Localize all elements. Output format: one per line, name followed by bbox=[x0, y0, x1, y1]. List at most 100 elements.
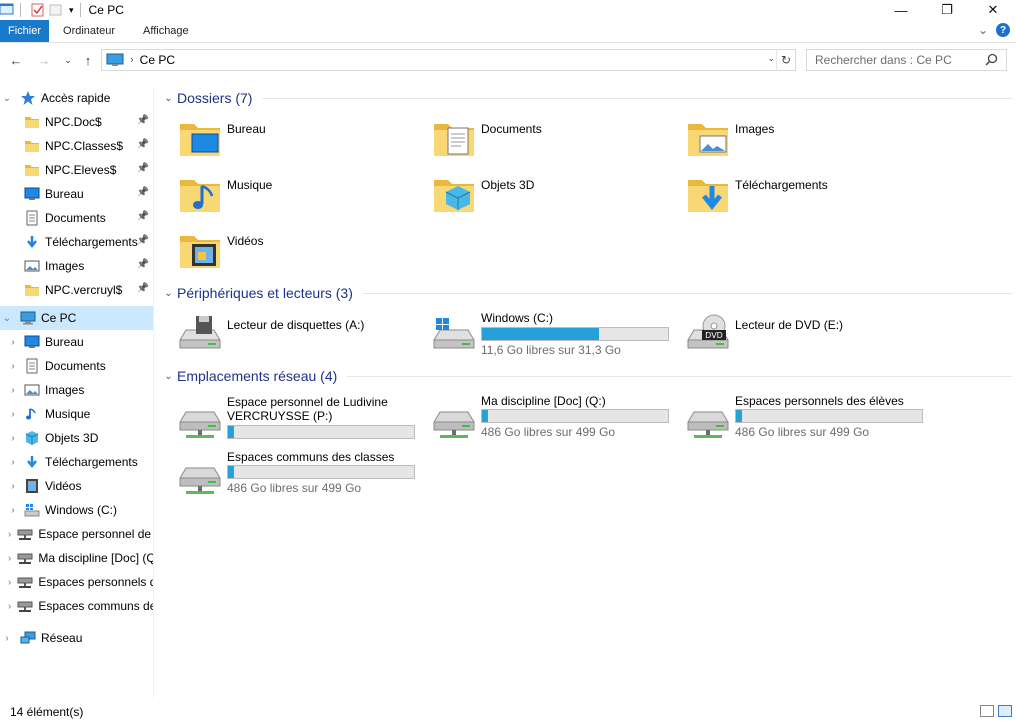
nav-item-bureau[interactable]: Bureau 📌 bbox=[0, 182, 153, 206]
usage-bar-fill bbox=[228, 466, 234, 478]
collapse-icon[interactable]: ⌄ bbox=[160, 371, 177, 382]
breadcrumb-current[interactable]: Ce PC bbox=[140, 53, 175, 67]
nav-item-images[interactable]: › Images bbox=[0, 378, 153, 402]
nav-item-t-l-chargements[interactable]: › Téléchargements bbox=[0, 450, 153, 474]
customize-toolbar-icon[interactable]: ▾ bbox=[69, 5, 74, 16]
group-header-peripheriques[interactable]: ⌄ Périphériques et lecteurs (3) bbox=[160, 283, 1012, 303]
expand-chevron-icon[interactable]: › bbox=[8, 337, 18, 348]
explorer-window-icon[interactable] bbox=[0, 3, 14, 17]
group-header-emplacements[interactable]: ⌄ Emplacements réseau (4) bbox=[160, 366, 1012, 386]
drive-tile[interactable]: Windows (C:) 11,6 Go libres sur 31,3 Go bbox=[414, 308, 669, 360]
nav-item-espaces-communs-des-classes-s-[interactable]: › Espaces communs des classes (S:) bbox=[0, 594, 153, 618]
expand-chevron-icon[interactable]: › bbox=[8, 457, 18, 468]
folder-tile[interactable]: Objets 3D bbox=[414, 168, 664, 220]
nav-item-ma-discipline-doc-q-[interactable]: › Ma discipline [Doc] (Q:) bbox=[0, 546, 153, 570]
expand-chevron-icon[interactable]: › bbox=[8, 385, 18, 396]
properties-icon[interactable] bbox=[31, 3, 45, 17]
forward-button[interactable]: → bbox=[36, 52, 52, 68]
nav-item-objets-3d[interactable]: › Objets 3D bbox=[0, 426, 153, 450]
nav-item-t-l-chargements[interactable]: Téléchargements 📌 bbox=[0, 230, 153, 254]
nav-item-documents[interactable]: › Documents bbox=[0, 354, 153, 378]
windows-drive-icon bbox=[432, 318, 476, 356]
search-input[interactable]: Rechercher dans : Ce PC bbox=[806, 49, 1007, 71]
nav-item-npc-eleves-[interactable]: NPC.Eleves$ 📌 bbox=[0, 158, 153, 182]
nav-item-espace-personnel-de-ludivine[interactable]: › Espace personnel de Ludivine bbox=[0, 522, 153, 546]
pin-icon[interactable]: 📌 bbox=[137, 211, 149, 222]
folder-name: Objets 3D bbox=[481, 178, 535, 192]
nav-item-acc-s-rapide[interactable]: ⌄ Accès rapide bbox=[0, 86, 153, 110]
nav-item-images[interactable]: Images 📌 bbox=[0, 254, 153, 278]
network-drive-tile[interactable]: Espaces personnels des élèves (R:)486 Go… bbox=[668, 394, 923, 446]
nav-item-espaces-personnels-des-l-ves-r-[interactable]: › Espaces personnels des élèves (R:) bbox=[0, 570, 153, 594]
breadcrumb-separator[interactable]: › bbox=[130, 54, 134, 66]
expand-chevron-icon[interactable]: › bbox=[2, 633, 12, 644]
folder-tile[interactable]: Images bbox=[668, 112, 918, 164]
tab-ordinateur[interactable]: Ordinateur bbox=[49, 20, 129, 42]
pin-icon[interactable]: 📌 bbox=[137, 283, 149, 294]
network-drive-tile[interactable]: Espaces communs des classes (S:)486 Go l… bbox=[160, 450, 415, 502]
close-button[interactable]: ✕ bbox=[970, 0, 1016, 20]
drive-tile[interactable]: DVD Lecteur de DVD (E:) bbox=[668, 308, 918, 360]
tab-fichier[interactable]: Fichier bbox=[0, 20, 50, 42]
expand-chevron-icon[interactable]: › bbox=[8, 409, 18, 420]
back-button[interactable]: ← bbox=[8, 52, 24, 68]
nav-item-npc-classes-[interactable]: NPC.Classes$ 📌 bbox=[0, 134, 153, 158]
maximize-button[interactable]: ❐ bbox=[924, 0, 970, 20]
tab-affichage[interactable]: Affichage bbox=[129, 20, 203, 42]
pin-icon[interactable]: 📌 bbox=[137, 139, 149, 150]
pin-icon[interactable]: 📌 bbox=[137, 187, 149, 198]
expand-chevron-icon[interactable]: › bbox=[8, 433, 18, 444]
folder-tile[interactable]: Musique bbox=[160, 168, 410, 220]
address-dropdown-icon[interactable]: ⌄ bbox=[767, 53, 775, 64]
tiles-view-button[interactable] bbox=[998, 705, 1012, 717]
expand-chevron-icon[interactable]: › bbox=[8, 577, 11, 588]
expand-chevron-icon[interactable]: › bbox=[8, 481, 18, 492]
expand-chevron-icon[interactable]: › bbox=[8, 553, 11, 564]
collapse-icon[interactable]: ⌄ bbox=[160, 288, 177, 299]
expand-chevron-icon[interactable]: › bbox=[8, 529, 11, 540]
help-icon[interactable]: ? bbox=[996, 23, 1010, 37]
pin-icon[interactable]: 📌 bbox=[137, 259, 149, 270]
nav-item-npc-vercruyl-[interactable]: NPC.vercruyl$ 📌 bbox=[0, 278, 153, 302]
new-folder-icon[interactable] bbox=[49, 3, 63, 17]
group-header-dossiers[interactable]: ⌄ Dossiers (7) bbox=[160, 88, 1012, 108]
up-button[interactable]: ↑ bbox=[80, 52, 96, 68]
network-drive-tile[interactable]: Ma discipline [Doc] (Q:) 486 Go libres su… bbox=[414, 394, 669, 446]
address-bar[interactable]: › Ce PC ⌄ ↻ bbox=[101, 49, 796, 71]
folder-tile[interactable]: Vidéos bbox=[160, 224, 410, 276]
drive-tile[interactable]: Lecteur de disquettes (A:) bbox=[160, 308, 410, 360]
nav-item-label: Images bbox=[45, 383, 85, 397]
recent-locations-button[interactable]: ⌄ bbox=[60, 52, 76, 68]
expand-ribbon-icon[interactable]: ⌄ bbox=[978, 23, 988, 37]
pin-icon[interactable]: 📌 bbox=[137, 235, 149, 246]
expand-chevron-icon[interactable]: ⌄ bbox=[2, 93, 12, 104]
nav-item-bureau[interactable]: › Bureau bbox=[0, 330, 153, 354]
search-icon[interactable] bbox=[985, 53, 998, 66]
expand-chevron-icon[interactable]: › bbox=[8, 361, 18, 372]
folder-tile[interactable]: Documents bbox=[414, 112, 664, 164]
expand-chevron-icon[interactable]: ⌄ bbox=[2, 313, 12, 324]
nav-item-musique[interactable]: › Musique bbox=[0, 402, 153, 426]
nav-item-ce-pc[interactable]: ⌄ Ce PC bbox=[0, 306, 153, 330]
refresh-button[interactable]: ↻ bbox=[776, 50, 795, 70]
usage-bar-fill bbox=[482, 410, 488, 422]
pin-icon[interactable]: 📌 bbox=[137, 163, 149, 174]
nav-item-npc-doc-[interactable]: NPC.Doc$ 📌 bbox=[0, 110, 153, 134]
nav-item-r-seau[interactable]: › Réseau bbox=[0, 626, 153, 650]
nav-item-documents[interactable]: Documents 📌 bbox=[0, 206, 153, 230]
expand-chevron-icon[interactable]: › bbox=[8, 505, 18, 516]
nav-item-windows-c-[interactable]: › Windows (C:) bbox=[0, 498, 153, 522]
nav-item-label: Téléchargements bbox=[45, 235, 138, 249]
details-view-button[interactable] bbox=[980, 705, 994, 717]
folder-tile[interactable]: Bureau bbox=[160, 112, 410, 164]
usage-bar bbox=[227, 465, 415, 479]
collapse-icon[interactable]: ⌄ bbox=[160, 93, 177, 104]
network-drive-tile[interactable]: Espace personnel de Ludivine VERCRUYSSE … bbox=[160, 394, 415, 446]
folder-tile[interactable]: Téléchargements bbox=[668, 168, 918, 220]
pin-icon[interactable]: 📌 bbox=[137, 115, 149, 126]
network-drive-icon bbox=[432, 398, 476, 442]
nav-item-vid-os[interactable]: › Vidéos bbox=[0, 474, 153, 498]
computer-icon bbox=[106, 53, 124, 66]
expand-chevron-icon[interactable]: › bbox=[8, 601, 11, 612]
minimize-button[interactable]: — bbox=[878, 0, 924, 20]
